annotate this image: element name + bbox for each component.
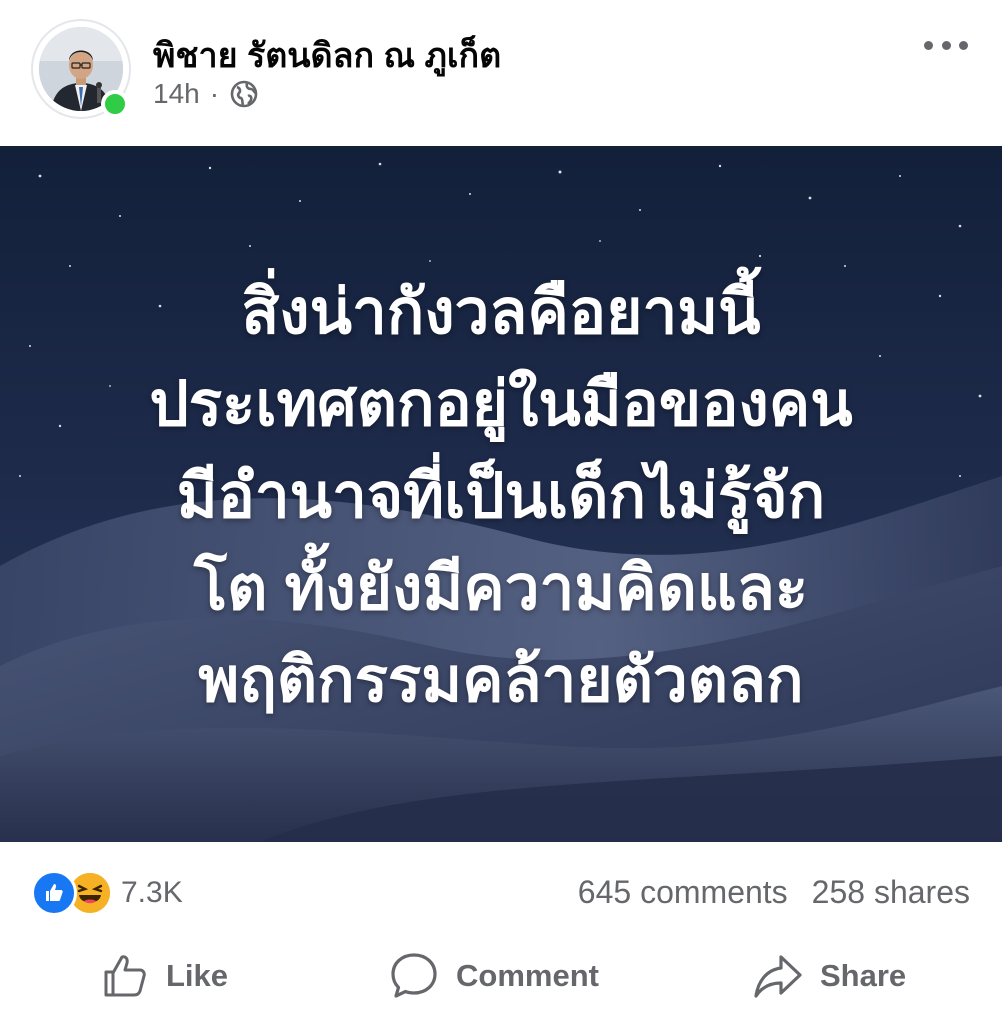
engagement-counts: 645 comments 258 shares (578, 874, 970, 911)
quote-line-1: สิ่งน่ากังวลคือยามนี้ (241, 278, 761, 347)
facebook-post: พิชาย รัตนดิลก ณ ภูเก็ต 14h · สิ่งน่ากัง… (0, 0, 1002, 1024)
thumbs-up-icon (104, 955, 146, 997)
shares-count[interactable]: 258 shares (812, 874, 970, 910)
more-dot (959, 40, 968, 50)
like-button[interactable]: Like (100, 948, 228, 1004)
like-reaction-icon (31, 870, 77, 916)
quote-line-4: โต ทั้งยังมีความคิดและ (193, 554, 809, 623)
more-options-icon[interactable] (924, 34, 968, 56)
more-dot (924, 40, 933, 50)
post-time[interactable]: 14h (153, 78, 200, 110)
online-status-indicator (101, 90, 129, 118)
quote-line-2: ประเทศตกอยู่ในมือของคน (149, 370, 853, 439)
comment-label: Comment (456, 958, 599, 993)
post-stats: 7.3K 645 comments 258 shares (0, 842, 1002, 942)
post-actions: Like Comment Share (0, 930, 1002, 1024)
meta-separator: · (209, 78, 220, 109)
post-header: พิชาย รัตนดิลก ณ ภูเก็ต 14h · (0, 0, 1002, 145)
comment-button[interactable]: Comment (388, 948, 599, 1004)
like-label: Like (166, 958, 229, 993)
post-meta: 14h · (153, 78, 259, 110)
comment-bubble-icon (391, 953, 437, 998)
quote-line-3: มีอำนาจที่เป็นเด็กไม่รู้จัก (176, 462, 826, 531)
share-button[interactable]: Share (752, 948, 906, 1004)
post-image[interactable]: สิ่งน่ากังวลคือยามนี้ ประเทศตกอยู่ในมือข… (0, 146, 1002, 842)
more-dot (941, 40, 951, 50)
reactions-summary[interactable]: 7.3K (31, 870, 183, 916)
author-name[interactable]: พิชาย รัตนดิลก ณ ภูเก็ต (153, 28, 501, 82)
share-label: Share (820, 958, 907, 993)
quote-line-5: พฤติกรรมคล้ายตัวตลก (198, 646, 804, 715)
reactions-count: 7.3K (121, 876, 183, 909)
quote-text: สิ่งน่ากังวลคือยามนี้ ประเทศตกอยู่ในมือข… (0, 146, 1002, 842)
globe-icon[interactable] (229, 79, 259, 109)
comments-count[interactable]: 645 comments (578, 874, 788, 910)
share-arrow-icon (754, 955, 802, 998)
